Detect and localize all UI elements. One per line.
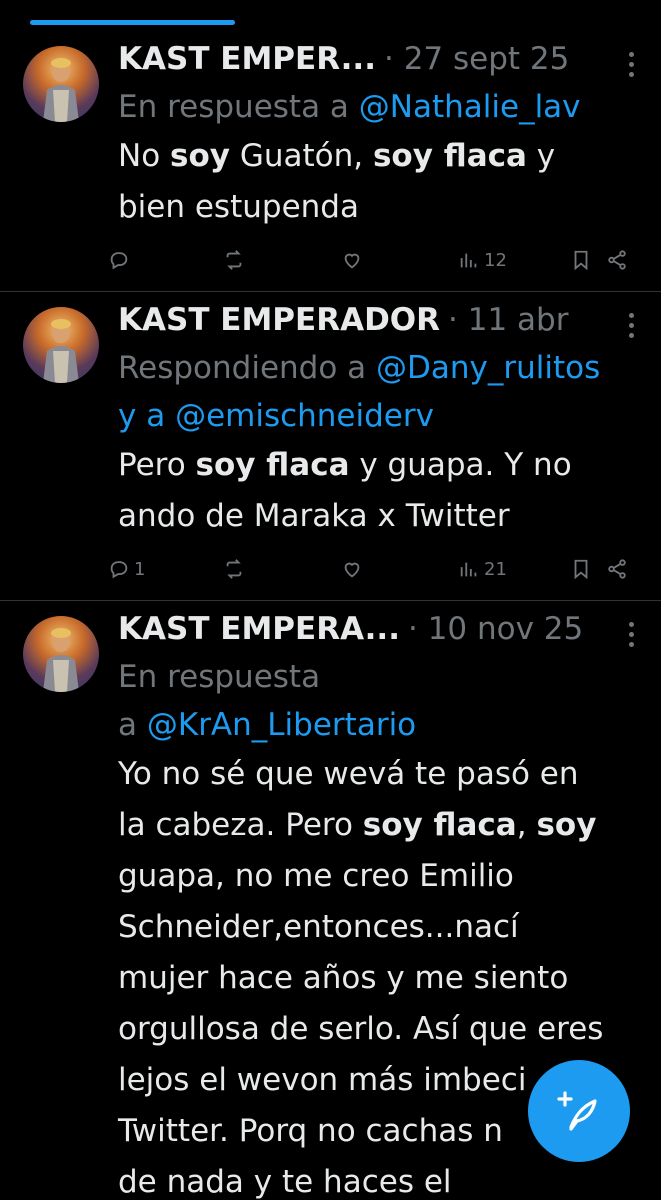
divider bbox=[0, 600, 661, 601]
tweet-header: KAST EMPERA... · 10 nov 25 bbox=[118, 607, 641, 651]
tweet-date[interactable]: · 11 abr bbox=[448, 298, 568, 342]
avatar[interactable] bbox=[23, 616, 99, 692]
divider bbox=[0, 291, 661, 292]
compose-icon bbox=[557, 1091, 597, 1131]
heart-icon bbox=[344, 562, 360, 578]
tweet-text: Pero soy flaca y guapa. Y no ando de Mar… bbox=[118, 447, 572, 534]
reply-handle[interactable]: @Nathalie_lav bbox=[359, 89, 581, 125]
reply-context: En respuesta a @KrAn_Libertario bbox=[118, 659, 417, 743]
tab-indicator bbox=[30, 20, 235, 25]
bookmark-button[interactable] bbox=[570, 554, 592, 584]
retweet-icon bbox=[226, 559, 242, 579]
reply-handle[interactable]: @Dany_rulitos bbox=[376, 350, 600, 386]
bookmark-icon bbox=[574, 559, 588, 580]
reply-icon bbox=[110, 252, 128, 270]
bookmark-button[interactable] bbox=[570, 245, 592, 275]
bookmark-icon bbox=[574, 250, 588, 271]
like-button[interactable] bbox=[341, 554, 363, 584]
views-icon bbox=[460, 562, 477, 577]
reply-handle[interactable]: @KrAn_Libertario bbox=[147, 707, 416, 743]
tweet-actions: 1 21 bbox=[108, 554, 643, 584]
author-name[interactable]: KAST EMPER... bbox=[118, 37, 376, 81]
heart-icon bbox=[344, 253, 360, 269]
more-options-icon[interactable] bbox=[623, 616, 639, 652]
views-button[interactable]: 12 bbox=[458, 245, 507, 275]
views-count: 21 bbox=[484, 558, 507, 580]
more-options-icon[interactable] bbox=[623, 46, 639, 82]
like-button[interactable] bbox=[341, 245, 363, 275]
views-count: 12 bbox=[484, 249, 507, 271]
author-name[interactable]: KAST EMPERA... bbox=[118, 607, 400, 651]
retweet-button[interactable] bbox=[223, 554, 245, 584]
reply-button[interactable]: 1 bbox=[108, 554, 145, 584]
tweet-header: KAST EMPERADOR · 11 abr bbox=[118, 298, 641, 342]
reply-icon bbox=[110, 561, 128, 579]
retweet-button[interactable] bbox=[223, 245, 245, 275]
reply-count: 1 bbox=[134, 558, 146, 580]
avatar[interactable] bbox=[23, 46, 99, 122]
retweet-icon bbox=[226, 250, 242, 270]
reply-context: En respuesta a @Nathalie_lav bbox=[118, 89, 581, 125]
views-icon bbox=[460, 253, 477, 268]
tweet-actions: 12 bbox=[108, 245, 643, 275]
tweet-text: No soy Guatón, soy flaca y bien estupend… bbox=[118, 138, 556, 225]
tweet-date[interactable]: · 10 nov 25 bbox=[408, 607, 583, 651]
author-name[interactable]: KAST EMPERADOR bbox=[118, 298, 440, 342]
tweet-1[interactable]: KAST EMPER... · 27 sept 25 En respuesta … bbox=[118, 37, 641, 233]
reply-button[interactable] bbox=[108, 245, 134, 275]
compose-button[interactable] bbox=[528, 1060, 630, 1162]
reply-handle[interactable]: @emischneiderv bbox=[175, 398, 434, 434]
timeline: KAST EMPER... · 27 sept 25 En respuesta … bbox=[0, 0, 661, 1200]
share-icon bbox=[608, 250, 626, 270]
tweet-date[interactable]: · 27 sept 25 bbox=[384, 37, 569, 81]
tweet-2[interactable]: KAST EMPERADOR · 11 abr Respondiendo a @… bbox=[118, 298, 641, 542]
avatar[interactable] bbox=[23, 307, 99, 383]
share-button[interactable] bbox=[606, 554, 628, 584]
views-button[interactable]: 21 bbox=[458, 554, 507, 584]
reply-context: Respondiendo a @Dany_rulitos y a @emisch… bbox=[118, 350, 601, 434]
share-icon bbox=[608, 559, 626, 579]
share-button[interactable] bbox=[606, 245, 628, 275]
more-options-icon[interactable] bbox=[623, 307, 639, 343]
tweet-header: KAST EMPER... · 27 sept 25 bbox=[118, 37, 641, 81]
